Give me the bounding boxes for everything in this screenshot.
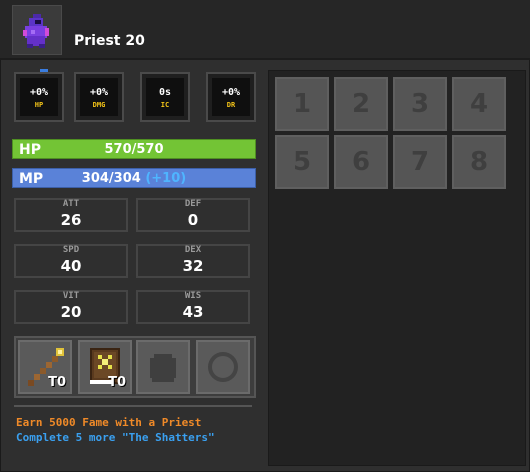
inventory-slot-8[interactable]: 8 — [452, 135, 506, 189]
boost-ic[interactable]: 0s IC — [140, 72, 190, 122]
mp-value: 304/304 — [81, 171, 141, 186]
boost-label: DMG — [92, 101, 106, 109]
stat-def: DEF 0 — [136, 198, 250, 232]
inventory-slot-1[interactable]: 1 — [275, 77, 329, 131]
stat-value: 43 — [182, 303, 204, 321]
quest-fame: Earn 5000 Fame with a Priest — [16, 416, 202, 429]
slot-number: 5 — [292, 147, 312, 177]
boost-dmg[interactable]: +0% DMG — [74, 72, 124, 122]
slot-number: 6 — [351, 147, 371, 177]
stat-att: ATT 26 — [14, 198, 128, 232]
inventory-slot-5[interactable]: 5 — [275, 135, 329, 189]
equip-slot-armor[interactable] — [136, 340, 190, 394]
item-tier: T0 — [48, 375, 66, 390]
slot-number: 2 — [351, 89, 371, 119]
mp-value-group: 304/304 (+10) — [13, 171, 255, 186]
stat-dex: DEX 32 — [136, 244, 250, 278]
stat-value: 26 — [60, 211, 82, 229]
character-title: Priest 20 — [74, 33, 145, 49]
inventory-slot-6[interactable]: 6 — [334, 135, 388, 189]
stat-vit: VIT 20 — [14, 290, 128, 324]
slot-number: 8 — [469, 147, 489, 177]
inventory-slot-2[interactable]: 2 — [334, 77, 388, 131]
equip-slot-ring[interactable] — [196, 340, 250, 394]
slot-number: 3 — [410, 89, 430, 119]
boost-hp[interactable]: +0% HP — [14, 72, 64, 122]
quest-dungeon: Complete 5 more "The Shatters" — [16, 431, 215, 444]
ring-slot-icon — [208, 352, 238, 382]
boost-value: 0s — [158, 87, 172, 98]
hp-bar: HP 570/570 — [12, 139, 256, 159]
divider — [14, 405, 252, 407]
mp-bar: MP 304/304 (+10) — [12, 168, 256, 188]
boost-value: +0% — [89, 87, 109, 98]
stat-name: VIT — [62, 291, 80, 301]
stat-value: 32 — [182, 257, 204, 275]
boost-label: IC — [160, 101, 170, 109]
boost-value: +0% — [29, 87, 49, 98]
stat-value: 20 — [60, 303, 82, 321]
slot-number: 1 — [292, 89, 312, 119]
mp-bonus: (+10) — [145, 171, 187, 186]
stat-name: WIS — [184, 291, 202, 301]
boost-dr[interactable]: +0% DR — [206, 72, 256, 122]
slot-number: 7 — [410, 147, 430, 177]
equip-slot-weapon[interactable]: T0 — [18, 340, 72, 394]
stat-name: DEX — [184, 245, 202, 255]
boost-value: +0% — [221, 87, 241, 98]
title-bar: Priest 20 — [0, 0, 530, 60]
stat-value: 0 — [187, 211, 199, 229]
boost-label: HP — [34, 101, 44, 109]
inventory-slot-3[interactable]: 3 — [393, 77, 447, 131]
stat-name: ATT — [62, 199, 80, 209]
equip-slot-ability[interactable]: T0 — [78, 340, 132, 394]
inventory-slot-4[interactable]: 4 — [452, 77, 506, 131]
inventory-slot-7[interactable]: 7 — [393, 135, 447, 189]
stat-name: SPD — [62, 245, 80, 255]
stat-name: DEF — [184, 199, 202, 209]
armor-slot-icon — [150, 354, 176, 382]
item-tier: T0 — [108, 375, 126, 390]
stat-wis: WIS 43 — [136, 290, 250, 324]
inventory-panel: 1 2 3 4 5 6 7 8 — [268, 70, 526, 466]
hp-value: 570/570 — [104, 142, 164, 157]
stat-value: 40 — [60, 257, 82, 275]
boost-label: DR — [226, 101, 236, 109]
slot-number: 4 — [469, 89, 489, 119]
stat-spd: SPD 40 — [14, 244, 128, 278]
priest-portrait-icon — [12, 5, 62, 55]
